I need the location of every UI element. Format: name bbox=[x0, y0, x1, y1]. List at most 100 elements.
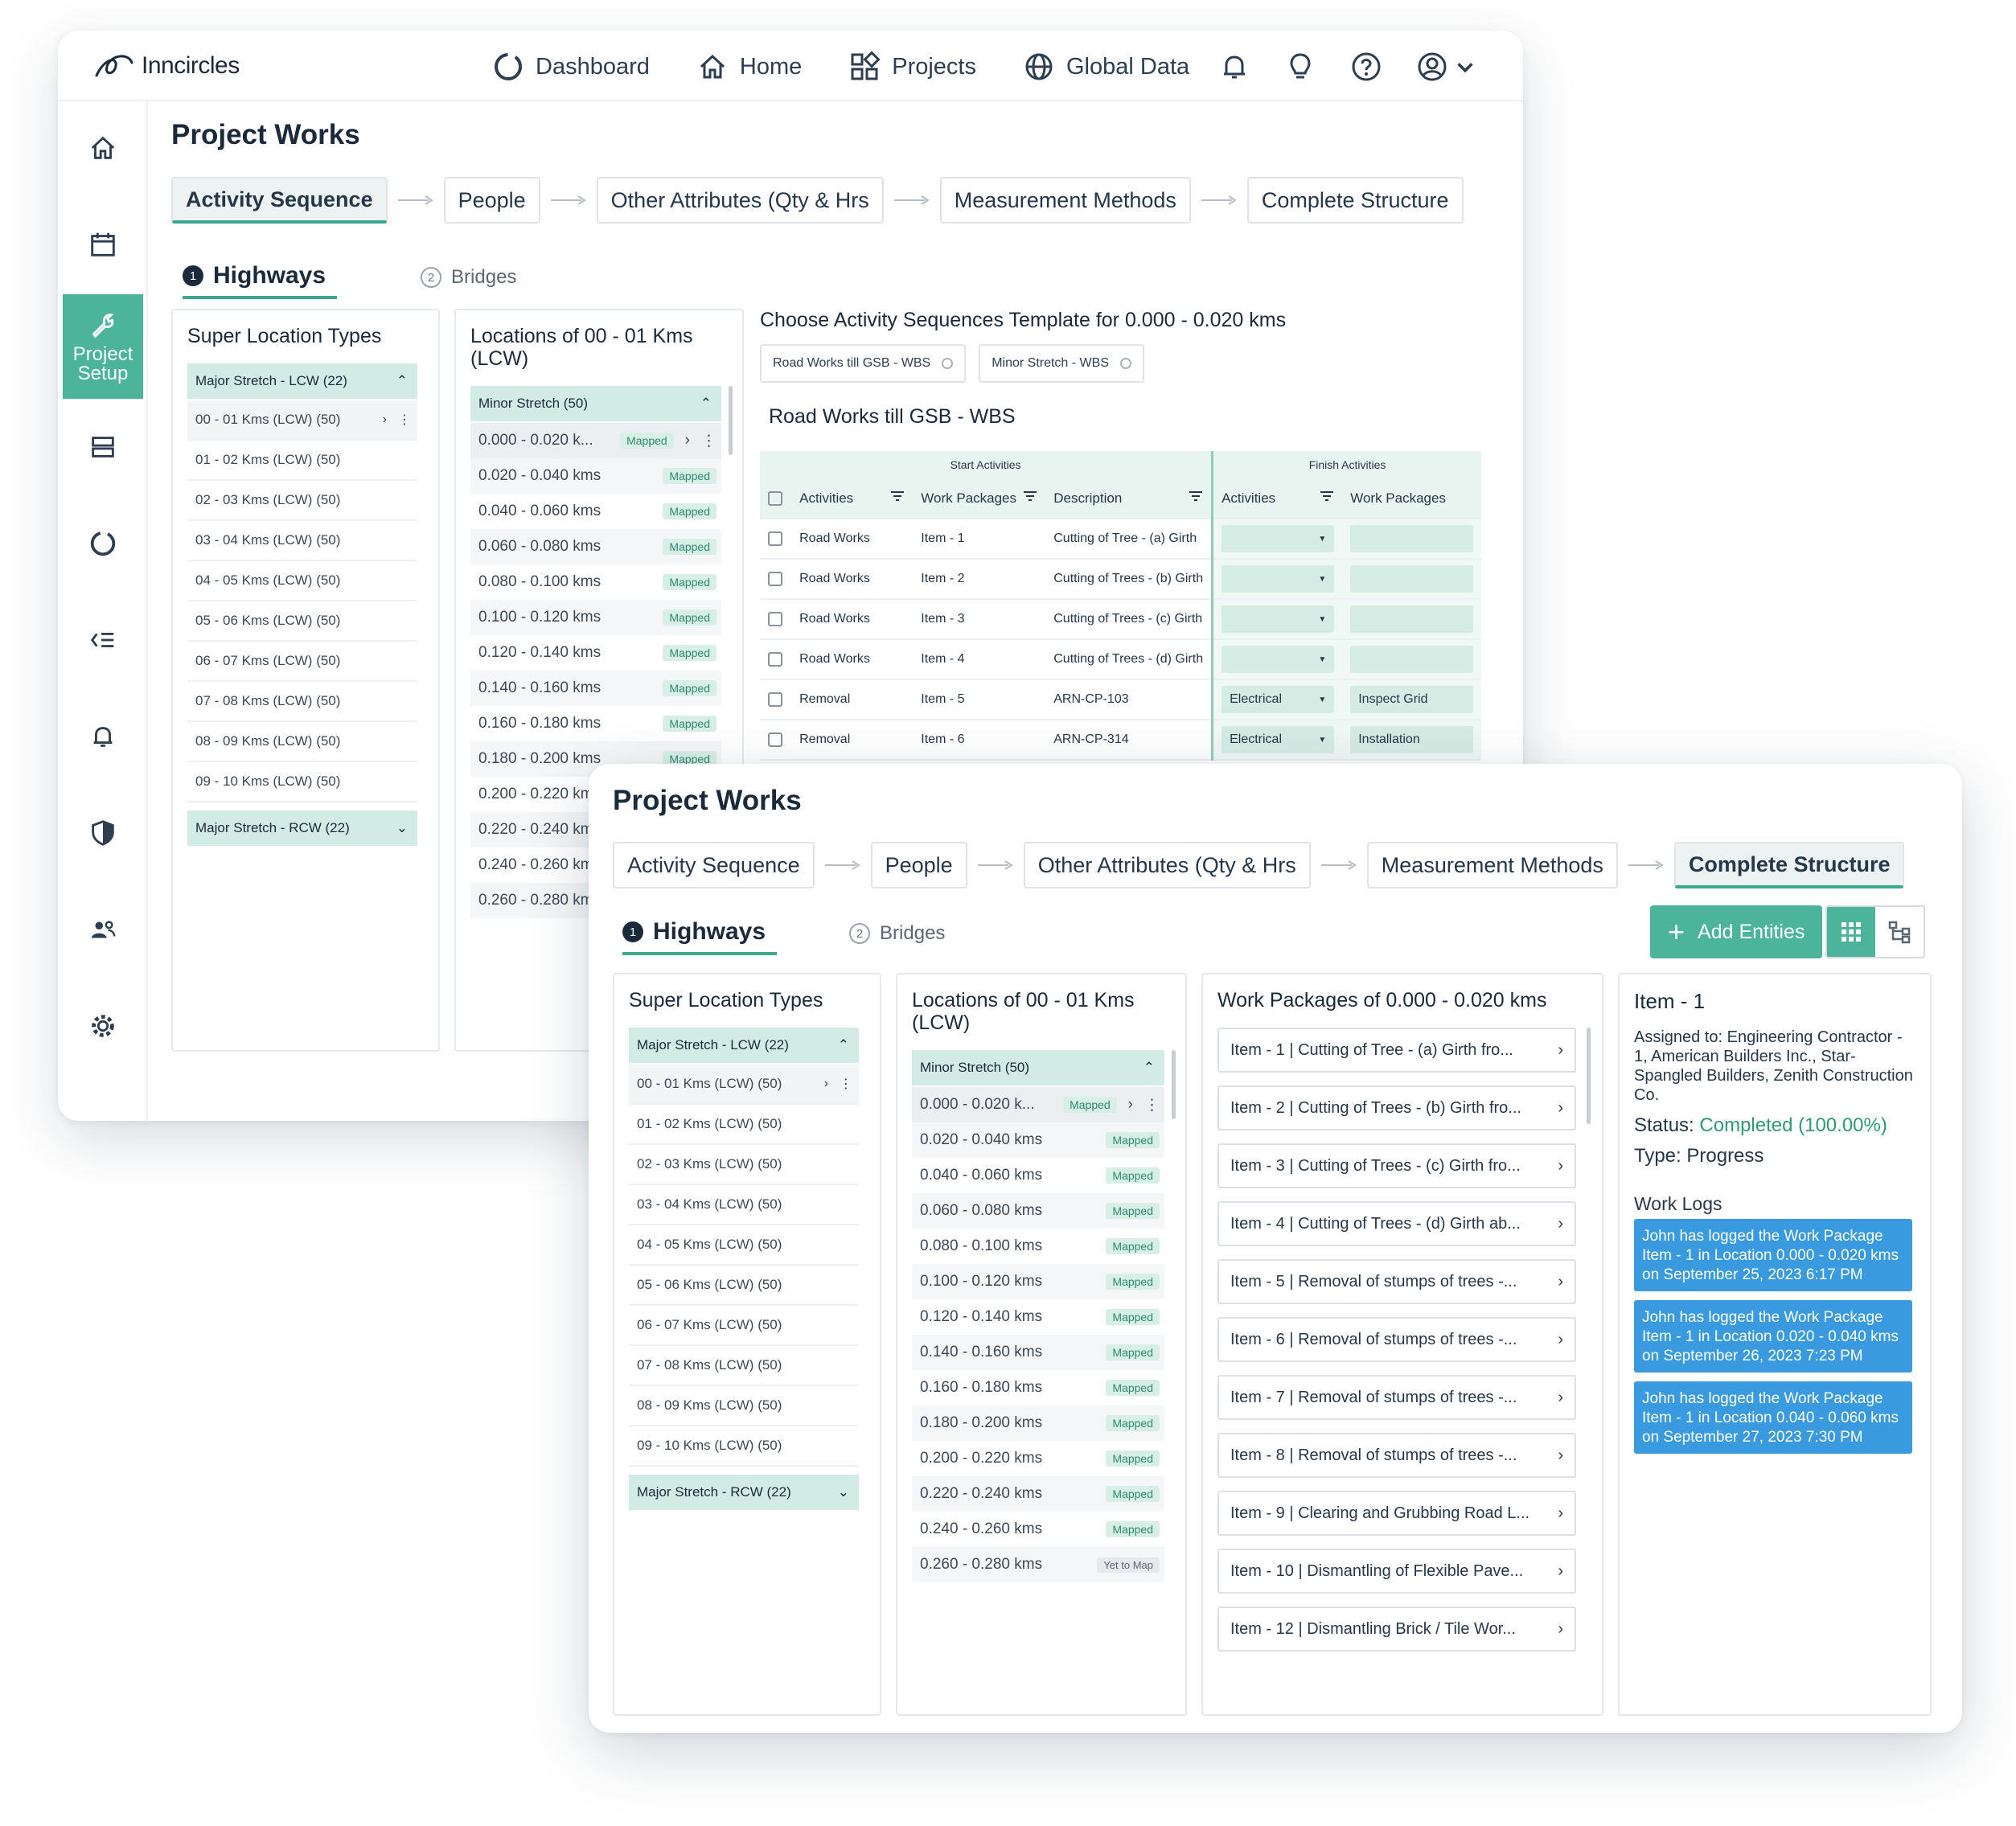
list-item[interactable]: 00 - 01 Kms (LCW) (50) › ⋮ bbox=[629, 1065, 859, 1105]
work-log-entry[interactable]: John has logged the Work Package Item - … bbox=[1634, 1300, 1912, 1373]
work-package-item[interactable]: Item - 2 | Cutting of Trees - (b) Girth … bbox=[1217, 1085, 1576, 1130]
list-item[interactable]: 01 - 02 Kms (LCW) (50) bbox=[629, 1105, 859, 1145]
list-item[interactable]: 0.140 - 0.160 kms Mapped bbox=[470, 671, 721, 706]
step-measurement-methods[interactable]: Measurement Methods bbox=[939, 177, 1191, 224]
column-header[interactable]: Activities bbox=[791, 478, 914, 519]
row-checkbox[interactable] bbox=[768, 571, 782, 586]
step-complete-structure[interactable]: Complete Structure bbox=[1246, 177, 1464, 224]
finish-activity-dropdown[interactable]: Electrical ▼ bbox=[1222, 726, 1335, 753]
list-item[interactable]: 0.000 - 0.020 k... Mapped › ⋮ bbox=[912, 1087, 1164, 1122]
step-other-attributes[interactable]: Other Attributes (Qty & Hrs bbox=[1023, 842, 1311, 888]
work-package-item[interactable]: Item - 3 | Cutting of Trees - (c) Girth … bbox=[1217, 1143, 1576, 1188]
group-major-stretch-lcw[interactable]: Major Stretch - LCW (22) ⌃ bbox=[187, 363, 417, 399]
scrollbar[interactable] bbox=[1172, 1050, 1176, 1119]
work-package-item[interactable]: Item - 4 | Cutting of Trees - (d) Girth … bbox=[1217, 1201, 1576, 1246]
group-minor-stretch[interactable]: Minor Stretch (50) ⌃ bbox=[912, 1050, 1164, 1085]
lightbulb-icon[interactable] bbox=[1283, 50, 1317, 84]
more-vertical-icon[interactable]: ⋮ bbox=[840, 1076, 852, 1092]
step-complete-structure[interactable]: Complete Structure bbox=[1673, 842, 1905, 888]
sidebar-item-settings[interactable] bbox=[63, 979, 143, 1073]
finish-work-package-dropdown[interactable]: Installation bbox=[1350, 726, 1473, 753]
group-major-stretch-rcw[interactable]: Major Stretch - RCW (22) ⌄ bbox=[629, 1475, 859, 1510]
nav-home[interactable]: Home bbox=[696, 51, 802, 83]
list-item[interactable]: 0.060 - 0.080 kms Mapped bbox=[912, 1193, 1164, 1229]
table-row[interactable]: Road Works Item - 3 Cutting of Trees - (… bbox=[760, 599, 1481, 640]
list-item[interactable]: 0.220 - 0.240 kms Mapped bbox=[912, 1476, 1164, 1512]
step-activity-sequence[interactable]: Activity Sequence bbox=[613, 842, 815, 888]
group-major-stretch-lcw[interactable]: Major Stretch - LCW (22) ⌃ bbox=[629, 1028, 859, 1063]
work-package-item[interactable]: Item - 1 | Cutting of Tree - (a) Girth f… bbox=[1217, 1028, 1576, 1073]
list-item[interactable]: 0.040 - 0.060 kms Mapped bbox=[912, 1158, 1164, 1193]
grid-view-button[interactable] bbox=[1827, 907, 1875, 957]
table-row[interactable]: Removal Item - 5 ARN-CP-103 Electrical ▼ … bbox=[760, 679, 1481, 720]
sidebar-item-progress[interactable] bbox=[63, 497, 143, 590]
sidebar-item-notifications[interactable] bbox=[63, 690, 143, 783]
column-header[interactable]: Activities bbox=[1211, 478, 1343, 519]
list-item[interactable]: 08 - 09 Kms (LCW) (50) bbox=[187, 722, 417, 762]
list-item[interactable]: 04 - 05 Kms (LCW) (50) bbox=[187, 561, 417, 601]
finish-work-package-dropdown[interactable]: Inspect Grid bbox=[1350, 686, 1473, 713]
tab-bridges[interactable]: 2 Bridges bbox=[421, 256, 516, 299]
list-item[interactable]: 0.080 - 0.100 kms Mapped bbox=[470, 564, 721, 600]
list-item[interactable]: 05 - 06 Kms (LCW) (50) bbox=[629, 1266, 859, 1306]
sidebar-item-checklist[interactable] bbox=[63, 593, 143, 687]
finish-activity-dropdown[interactable]: Electrical ▼ bbox=[1222, 686, 1335, 713]
list-item[interactable]: 07 - 08 Kms (LCW) (50) bbox=[187, 682, 417, 722]
finish-work-package-dropdown[interactable] bbox=[1350, 565, 1473, 593]
finish-work-package-dropdown[interactable] bbox=[1350, 605, 1473, 633]
step-people[interactable]: People bbox=[870, 842, 967, 888]
sidebar-item-security[interactable] bbox=[63, 786, 143, 880]
list-item[interactable]: 0.120 - 0.140 kms Mapped bbox=[912, 1299, 1164, 1335]
list-item[interactable]: 0.080 - 0.100 kms Mapped bbox=[912, 1229, 1164, 1264]
list-item[interactable]: 02 - 03 Kms (LCW) (50) bbox=[187, 481, 417, 521]
column-header[interactable]: Work Packages bbox=[1342, 478, 1481, 519]
more-vertical-icon[interactable]: ⋮ bbox=[1144, 1096, 1160, 1114]
list-item[interactable]: 03 - 04 Kms (LCW) (50) bbox=[629, 1185, 859, 1225]
list-item[interactable]: 0.240 - 0.260 kms Mapped bbox=[912, 1512, 1164, 1547]
template-chip[interactable]: Minor Stretch - WBS bbox=[979, 344, 1144, 383]
finish-work-package-dropdown[interactable] bbox=[1350, 646, 1473, 673]
tab-highways[interactable]: 1 Highways bbox=[622, 912, 778, 955]
more-vertical-icon[interactable]: ⋮ bbox=[701, 432, 716, 450]
list-item[interactable]: 0.020 - 0.040 kms Mapped bbox=[470, 458, 721, 494]
list-item[interactable]: 0.100 - 0.120 kms Mapped bbox=[470, 600, 721, 635]
step-measurement-methods[interactable]: Measurement Methods bbox=[1366, 842, 1618, 888]
list-item[interactable]: 0.060 - 0.080 kms Mapped bbox=[470, 529, 721, 564]
list-item[interactable]: 09 - 10 Kms (LCW) (50) bbox=[629, 1426, 859, 1467]
row-checkbox[interactable] bbox=[768, 651, 782, 667]
tree-view-button[interactable] bbox=[1875, 907, 1924, 957]
work-log-entry[interactable]: John has logged the Work Package Item - … bbox=[1634, 1381, 1912, 1454]
step-other-attributes[interactable]: Other Attributes (Qty & Hrs bbox=[596, 177, 884, 224]
tab-bridges[interactable]: 2 Bridges bbox=[849, 912, 945, 955]
more-vertical-icon[interactable]: ⋮ bbox=[398, 412, 411, 428]
tab-highways[interactable]: 1 Highways bbox=[183, 256, 338, 299]
group-minor-stretch[interactable]: Minor Stretch (50) ⌃ bbox=[470, 386, 721, 421]
list-item[interactable]: 0.040 - 0.060 kms Mapped bbox=[470, 494, 721, 529]
sidebar-item-users[interactable] bbox=[63, 883, 143, 976]
list-item[interactable]: 0.000 - 0.020 k... Mapped › ⋮ bbox=[470, 423, 721, 458]
scrollbar[interactable] bbox=[729, 386, 733, 455]
finish-activity-dropdown[interactable]: ▼ bbox=[1222, 525, 1335, 552]
list-item[interactable]: 04 - 05 Kms (LCW) (50) bbox=[629, 1225, 859, 1266]
profile-menu[interactable] bbox=[1415, 50, 1475, 84]
list-item[interactable]: 01 - 02 Kms (LCW) (50) bbox=[187, 441, 417, 481]
list-item[interactable]: 0.260 - 0.280 kms Yet to Map bbox=[912, 1547, 1164, 1582]
sidebar-item-home[interactable] bbox=[63, 101, 143, 195]
finish-work-package-dropdown[interactable] bbox=[1350, 525, 1473, 552]
list-item[interactable]: 0.160 - 0.180 kms Mapped bbox=[912, 1370, 1164, 1405]
list-item[interactable]: 0.100 - 0.120 kms Mapped bbox=[912, 1264, 1164, 1299]
step-activity-sequence[interactable]: Activity Sequence bbox=[171, 177, 388, 224]
finish-activity-dropdown[interactable]: ▼ bbox=[1222, 646, 1335, 673]
list-item[interactable]: 05 - 06 Kms (LCW) (50) bbox=[187, 601, 417, 642]
sidebar-item-calendar[interactable] bbox=[63, 198, 143, 291]
list-item[interactable]: 0.200 - 0.220 kms Mapped bbox=[912, 1441, 1164, 1476]
work-package-item[interactable]: Item - 7 | Removal of stumps of trees -.… bbox=[1217, 1375, 1576, 1420]
work-package-item[interactable]: Item - 6 | Removal of stumps of trees -.… bbox=[1217, 1317, 1576, 1362]
list-item[interactable]: 06 - 07 Kms (LCW) (50) bbox=[187, 642, 417, 682]
list-item[interactable]: 0.020 - 0.040 kms Mapped bbox=[912, 1122, 1164, 1158]
help-icon[interactable] bbox=[1349, 50, 1383, 84]
list-item[interactable]: 0.160 - 0.180 kms Mapped bbox=[470, 706, 721, 741]
step-people[interactable]: People bbox=[443, 177, 540, 224]
row-checkbox[interactable] bbox=[768, 531, 782, 546]
list-item[interactable]: 06 - 07 Kms (LCW) (50) bbox=[629, 1306, 859, 1346]
